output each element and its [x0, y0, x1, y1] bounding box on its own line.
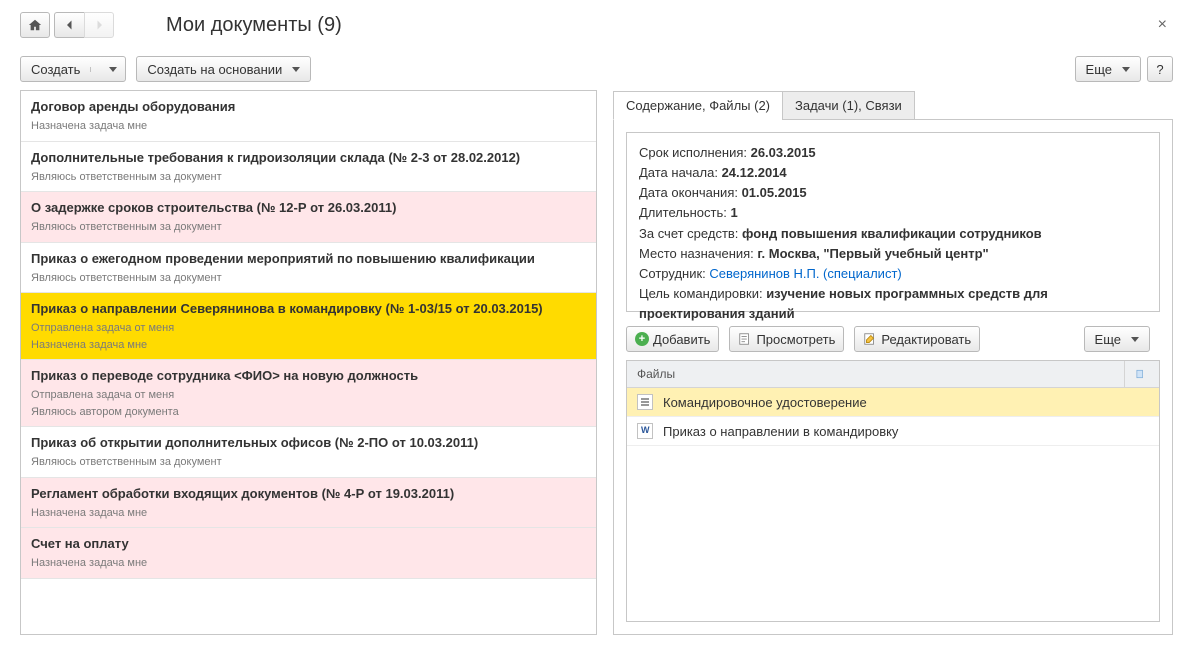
document-subtitle: Являюсь ответственным за документ — [31, 169, 586, 186]
document-subtitle: Являюсь ответственным за документ — [31, 219, 586, 236]
document-subtitle: Назначена задача мне — [31, 555, 586, 572]
close-button[interactable]: × — [1152, 14, 1173, 36]
view-file-label: Просмотреть — [756, 332, 835, 347]
detail-place: г. Москва, "Первый учебный центр" — [757, 246, 988, 261]
chevron-down-icon — [1131, 337, 1139, 342]
detail-place-label: Место назначения: — [639, 246, 757, 261]
document-item[interactable]: Дополнительные требования к гидроизоляци… — [21, 142, 596, 193]
detail-start: 24.12.2014 — [722, 165, 787, 180]
detail-duration: 1 — [730, 205, 737, 220]
detail-employee-link[interactable]: Северянинов Н.П. (специалист) — [709, 266, 901, 281]
more-button-label: Еще — [1086, 62, 1112, 77]
document-item[interactable]: Приказ о переводе сотрудника <ФИО> на но… — [21, 360, 596, 427]
detail-due-label: Срок исполнения: — [639, 145, 751, 160]
document-title: Дополнительные требования к гидроизоляци… — [31, 150, 586, 165]
document-subtitle: Являюсь ответственным за документ — [31, 454, 586, 471]
arrow-right-icon — [93, 19, 105, 31]
files-header-icon-col[interactable] — [1125, 361, 1159, 387]
chevron-down-icon — [292, 67, 300, 72]
file-row[interactable]: Приказ о направлении в командировку — [627, 417, 1159, 446]
document-title: Счет на оплату — [31, 536, 586, 551]
files-more-label: Еще — [1095, 332, 1121, 347]
document-item[interactable]: Счет на оплату Назначена задача мне — [21, 528, 596, 579]
detail-funds: фонд повышения квалификации сотрудников — [742, 226, 1042, 241]
document-subtitle: Являюсь ответственным за документ — [31, 270, 586, 287]
chevron-down-icon — [1122, 67, 1130, 72]
document-title: Регламент обработки входящих документов … — [31, 486, 586, 501]
chevron-down-icon — [109, 67, 117, 72]
files-more-button[interactable]: Еще — [1084, 326, 1150, 352]
tab-tasks-links[interactable]: Задачи (1), Связи — [782, 91, 915, 120]
page-icon — [1135, 367, 1145, 381]
edit-file-label: Редактировать — [881, 332, 971, 347]
arrow-left-icon — [64, 19, 76, 31]
detail-funds-label: За счет средств: — [639, 226, 742, 241]
txt-file-icon — [637, 394, 653, 410]
more-button[interactable]: Еще — [1075, 56, 1141, 82]
edit-file-button[interactable]: Редактировать — [854, 326, 980, 352]
document-title: Приказ о направлении Северянинова в кома… — [31, 301, 586, 316]
tab-content-files[interactable]: Содержание, Файлы (2) — [613, 91, 783, 120]
view-file-button[interactable]: Просмотреть — [729, 326, 844, 352]
files-header[interactable]: Файлы — [627, 361, 1125, 387]
document-subtitle: Отправлена задача от меняНазначена задач… — [31, 320, 586, 353]
file-name: Командировочное удостоверение — [663, 395, 867, 410]
detail-end: 01.05.2015 — [742, 185, 807, 200]
home-icon — [28, 18, 42, 32]
create-based-on-button[interactable]: Создать на основании — [136, 56, 311, 82]
document-title: О задержке сроков строительства (№ 12-Р … — [31, 200, 586, 215]
document-list: Договор аренды оборудования Назначена зад… — [20, 90, 597, 635]
file-name: Приказ о направлении в командировку — [663, 424, 898, 439]
document-item[interactable]: Договор аренды оборудования Назначена зад… — [21, 91, 596, 142]
document-item[interactable]: Приказ о ежегодном проведении мероприяти… — [21, 243, 596, 294]
home-button[interactable] — [20, 12, 50, 38]
detail-purpose-label: Цель командировки: — [639, 286, 766, 301]
detail-due: 26.03.2015 — [751, 145, 816, 160]
plus-icon: + — [635, 332, 649, 346]
document-item[interactable]: О задержке сроков строительства (№ 12-Р … — [21, 192, 596, 243]
edit-icon — [863, 332, 877, 346]
document-subtitle: Назначена задача мне — [31, 118, 586, 135]
document-item[interactable]: Приказ о направлении Северянинова в кома… — [21, 293, 596, 360]
add-file-label: Добавить — [653, 332, 710, 347]
nav-forward-button — [84, 12, 114, 38]
create-button[interactable]: Создать — [20, 56, 126, 82]
document-subtitle: Отправлена задача от меняЯвляюсь автором… — [31, 387, 586, 420]
document-subtitle: Назначена задача мне — [31, 505, 586, 522]
file-row[interactable]: Командировочное удостоверение — [627, 388, 1159, 417]
create-button-label: Создать — [21, 57, 90, 81]
document-title: Договор аренды оборудования — [31, 99, 586, 114]
detail-start-label: Дата начала: — [639, 165, 722, 180]
create-based-on-label: Создать на основании — [147, 62, 282, 77]
details-box: Срок исполнения: 26.03.2015 Дата начала:… — [626, 132, 1160, 312]
create-button-caret[interactable] — [90, 67, 125, 72]
word-file-icon — [637, 423, 653, 439]
document-item[interactable]: Приказ об открытии дополнительных офисов… — [21, 427, 596, 478]
nav-back-button[interactable] — [54, 12, 84, 38]
document-title: Приказ о переводе сотрудника <ФИО> на но… — [31, 368, 586, 383]
document-title: Приказ о ежегодном проведении мероприяти… — [31, 251, 586, 266]
add-file-button[interactable]: + Добавить — [626, 326, 719, 352]
detail-employee-label: Сотрудник: — [639, 266, 709, 281]
help-button[interactable]: ? — [1147, 56, 1173, 82]
document-title: Приказ об открытии дополнительных офисов… — [31, 435, 586, 450]
document-item[interactable]: Регламент обработки входящих документов … — [21, 478, 596, 529]
detail-end-label: Дата окончания: — [639, 185, 742, 200]
view-icon — [738, 332, 752, 346]
page-title: Мои документы (9) — [166, 14, 342, 37]
detail-duration-label: Длительность: — [639, 205, 730, 220]
help-label: ? — [1156, 62, 1163, 77]
